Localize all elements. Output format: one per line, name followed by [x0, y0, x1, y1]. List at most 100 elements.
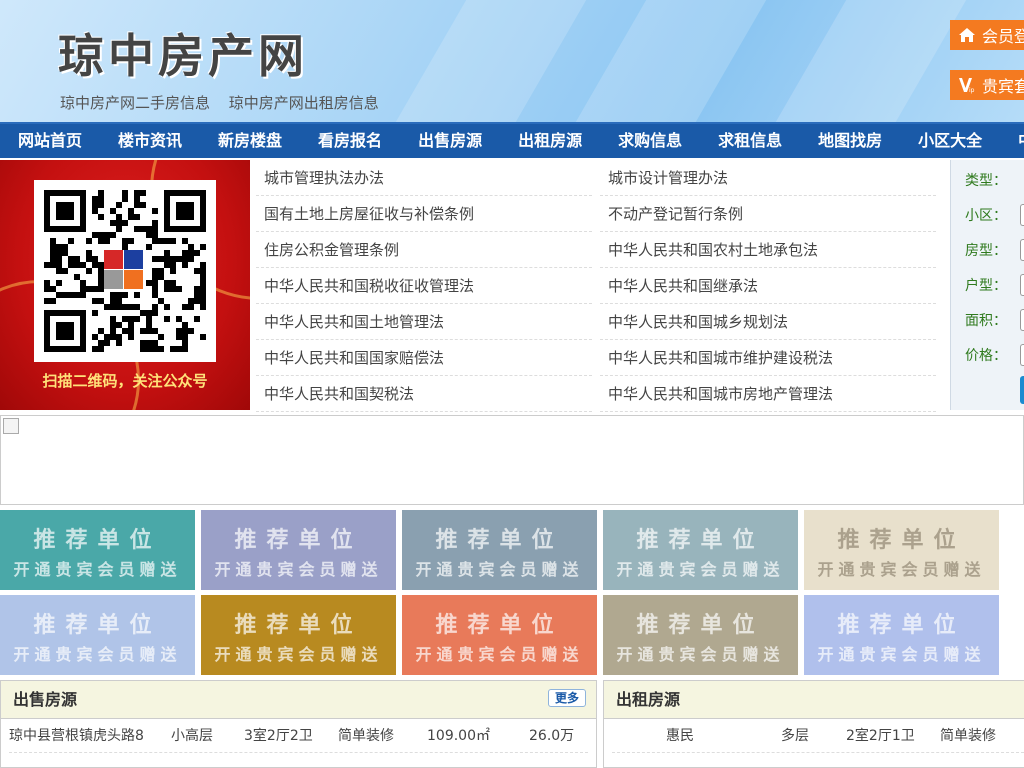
listing-layout: 2室2厅1卫 [846, 728, 915, 744]
table-row[interactable]: 惠民 多层 2室2厅1卫 简单装修 [612, 719, 1024, 753]
tile-title: 推荐单位 [435, 613, 564, 638]
recommended-unit-tile[interactable]: 推荐单位 开通贵宾会员赠送 [804, 510, 999, 590]
rent-listings: 出租房源 惠民 多层 2室2厅1卫 简单装修 [603, 680, 1024, 768]
law-link[interactable]: 城市设计管理办法 [600, 160, 936, 196]
tile-title: 推荐单位 [33, 528, 162, 553]
law-link[interactable]: 中华人民共和国城乡规划法 [600, 304, 936, 340]
site-title[interactable]: 琼中房产网 [58, 20, 308, 86]
qr-code-image [44, 190, 206, 352]
search-layout-select[interactable] [1020, 274, 1024, 296]
tile-subtitle: 开通贵宾会员赠送 [415, 560, 584, 579]
recommended-unit-tile[interactable]: 推荐单位开通贵宾会员赠送 [0, 510, 195, 590]
search-area-label: 面积： [965, 313, 1007, 329]
nav-wanted-rent[interactable]: 求租信息 [700, 124, 800, 160]
svg-text:ip: ip [969, 87, 975, 94]
nav-wanted-buy[interactable]: 求购信息 [600, 124, 700, 160]
nav-for-sale[interactable]: 出售房源 [400, 124, 500, 160]
listing-building-type: 小高层 [171, 728, 213, 744]
listing-decoration: 简单装修 [338, 728, 394, 744]
law-link[interactable]: 中华人民共和国农村土地承包法 [600, 232, 936, 268]
recommended-unit-tile[interactable]: 推荐单位开通贵宾会员赠送 [804, 595, 999, 675]
tile-title: 推荐单位 [837, 613, 966, 638]
listing-address[interactable]: 琼中县营根镇虎头路8 [9, 719, 144, 753]
law-link[interactable]: 不动产登记暂行条例 [600, 196, 936, 232]
tile-subtitle: 开通贵宾会员赠送 [214, 645, 383, 664]
search-panel: 类型： 小区： 房型： 户型： 面积： 价格： [950, 160, 1024, 410]
nav-map-search[interactable]: 地图找房 [800, 124, 900, 160]
tile-title: 推荐单位 [33, 613, 162, 638]
tile-subtitle: 开通贵宾会员赠送 [214, 560, 383, 579]
vip-label: 贵宾套 [982, 77, 1024, 96]
ad-banner[interactable] [0, 415, 1024, 505]
search-room-type-label: 房型： [965, 243, 1007, 259]
tile-subtitle: 开通贵宾会员赠送 [616, 645, 785, 664]
law-link[interactable]: 中华人民共和国税收征收管理法 [256, 268, 592, 304]
tile-subtitle: 开通贵宾会员赠送 [415, 645, 584, 664]
tile-title: 推荐单位 [234, 613, 363, 638]
member-login-label: 会员登 [982, 27, 1024, 46]
law-links: 城市管理执法办法 国有土地上房屋征收与补偿条例 住房公积金管理条例 中华人民共和… [256, 160, 940, 412]
recommended-unit-tile[interactable]: 推荐单位 开通贵宾会员赠送 [603, 510, 798, 590]
nav-home[interactable]: 网站首页 [0, 124, 100, 160]
vip-icon: ip [959, 78, 975, 94]
search-price-label: 价格： [965, 348, 1007, 364]
search-type-label: 类型： [965, 173, 1007, 189]
recommended-unit-tile[interactable]: 推荐单位开通贵宾会员赠送 [201, 595, 396, 675]
nav-viewing-signup[interactable]: 看房报名 [300, 124, 400, 160]
law-link[interactable]: 国有土地上房屋征收与补偿条例 [256, 196, 592, 232]
recommended-unit-tile[interactable]: 推荐单位开通贵宾会员赠送 [201, 510, 396, 590]
rent-listings-header: 出租房源 [604, 681, 1024, 719]
main-nav: 网站首页 楼市资讯 新房楼盘 看房报名 出售房源 出租房源 求购信息 求租信息 … [0, 122, 1024, 158]
rent-listings-title: 出租房源 [616, 690, 681, 709]
broken-image-icon [3, 418, 19, 434]
law-link[interactable]: 中华人民共和国国家赔偿法 [256, 340, 592, 376]
law-link[interactable]: 中华人民共和国城市维护建设税法 [600, 340, 936, 376]
law-link[interactable]: 城市管理执法办法 [256, 160, 592, 196]
home-icon [959, 28, 975, 42]
nav-news[interactable]: 楼市资讯 [100, 124, 200, 160]
sale-listings-title: 出售房源 [13, 690, 78, 709]
header-links: 琼中房产网二手房信息 琼中房产网出租房信息 [60, 92, 393, 113]
tile-subtitle: 开通贵宾会员赠送 [13, 645, 182, 664]
listing-area: 109.00㎡ [427, 728, 490, 744]
recommended-unit-tile[interactable]: 推荐单位 开通贵宾会员赠送 [603, 595, 798, 675]
nav-more[interactable]: 中 [1000, 124, 1024, 160]
vip-button[interactable]: ip 贵宾套 [950, 70, 1024, 100]
search-button[interactable] [1020, 376, 1024, 404]
member-login-button[interactable]: 会员登 [950, 20, 1024, 50]
search-room-type-select[interactable] [1020, 239, 1024, 261]
tile-subtitle: 开通贵宾会员赠送 [817, 560, 986, 579]
law-link[interactable]: 住房公积金管理条例 [256, 232, 592, 268]
sale-listings: 出售房源 更多 琼中县营根镇虎头路8 小高层 3室2厅2卫 简单装修 109.0… [0, 680, 597, 768]
law-link[interactable]: 中华人民共和国契税法 [256, 376, 592, 412]
listing-community[interactable]: 惠民 [666, 719, 694, 753]
tile-title: 推荐单位 [636, 528, 765, 553]
listing-building-type: 多层 [781, 728, 809, 744]
recommended-unit-tile[interactable]: 推荐单位开通贵宾会员赠送 [0, 595, 195, 675]
recommended-unit-tile[interactable]: 推荐单位开通贵宾会员赠送 [402, 595, 597, 675]
site-header: 琼中房产网 琼中房产网二手房信息 琼中房产网出租房信息 会员登 ip 贵宾套 [0, 0, 1024, 122]
nav-new-homes[interactable]: 新房楼盘 [200, 124, 300, 160]
search-area-select[interactable] [1020, 309, 1024, 331]
search-layout-label: 户型： [965, 278, 1007, 294]
more-button[interactable]: 更多 [547, 689, 586, 707]
qr-code [34, 180, 216, 362]
listing-layout: 3室2厅2卫 [244, 728, 313, 744]
law-link[interactable]: 中华人民共和国继承法 [600, 268, 936, 304]
nav-for-rent[interactable]: 出租房源 [500, 124, 600, 160]
law-link[interactable]: 中华人民共和国城市房地产管理法 [600, 376, 936, 412]
listing-price: 26.0万 [529, 728, 575, 744]
table-row[interactable]: 琼中县营根镇虎头路8 小高层 3室2厅2卫 简单装修 109.00㎡ 26.0万 [9, 719, 588, 753]
qr-banner: 扫描二维码，关注公众号 [0, 160, 250, 410]
qr-caption: 扫描二维码，关注公众号 [42, 372, 208, 390]
search-community-input[interactable] [1020, 204, 1024, 226]
tile-subtitle: 开通贵宾会员赠送 [817, 645, 986, 664]
law-link[interactable]: 中华人民共和国土地管理法 [256, 304, 592, 340]
recommended-unit-tile[interactable]: 推荐单位 开通贵宾会员赠送 [402, 510, 597, 590]
nav-communities[interactable]: 小区大全 [900, 124, 1000, 160]
header-link-rental[interactable]: 琼中房产网出租房信息 [229, 94, 379, 112]
search-price-select[interactable] [1020, 344, 1024, 366]
tile-title: 推荐单位 [234, 528, 363, 553]
tile-subtitle: 开通贵宾会员赠送 [13, 560, 182, 579]
header-link-secondhand[interactable]: 琼中房产网二手房信息 [60, 94, 210, 112]
